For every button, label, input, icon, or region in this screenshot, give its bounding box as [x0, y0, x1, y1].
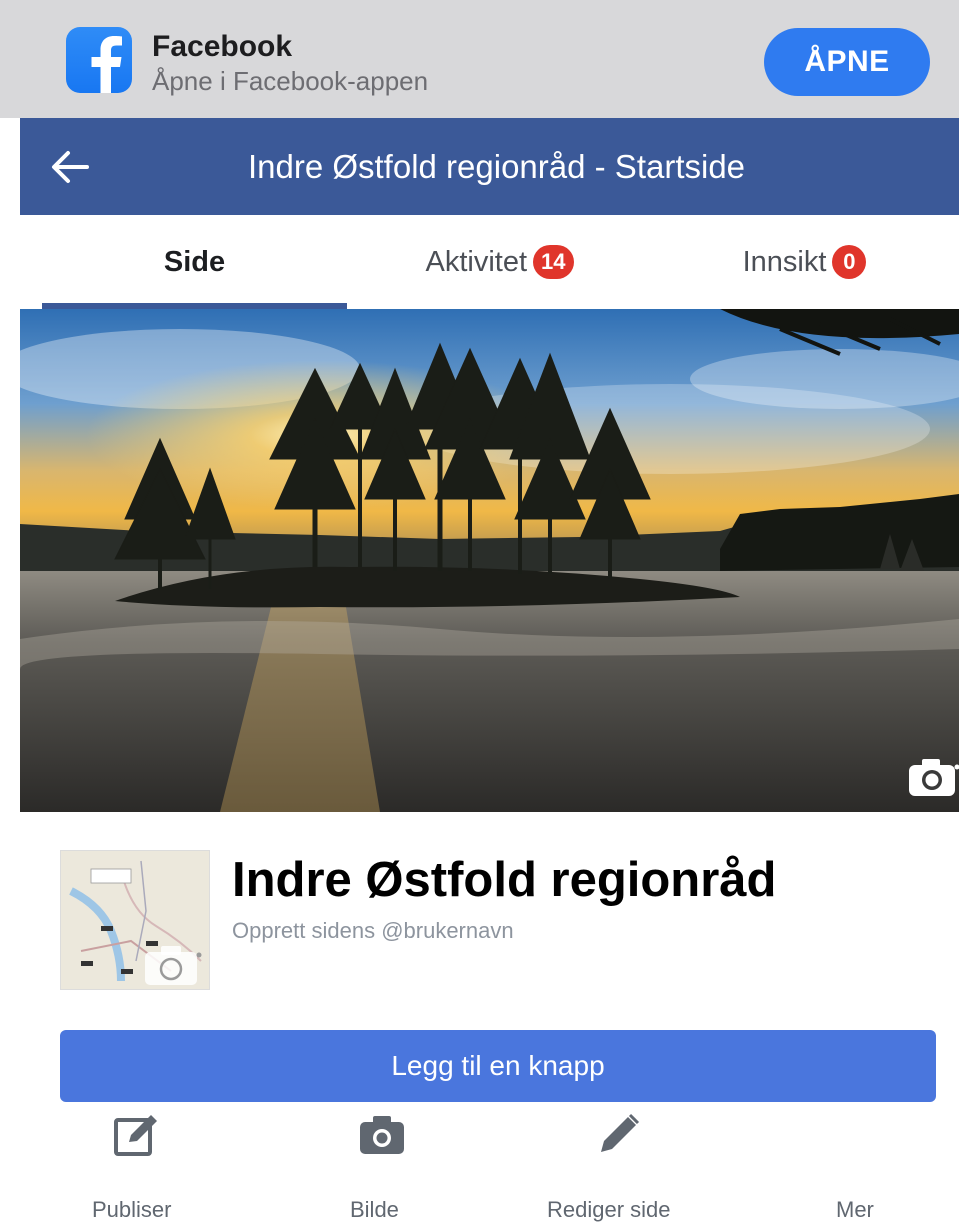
action-label: Rediger side [547, 1197, 671, 1222]
page-header: Indre Østfold regionråd - Startside [20, 118, 959, 215]
facebook-logo-icon [66, 27, 132, 93]
page-tabs: Side Aktivitet 14 Innsikt 0 [20, 215, 959, 309]
banner-app-name: Facebook [152, 30, 293, 63]
action-bar: Publiser Bilde Rediger side Mer [0, 1110, 959, 1225]
page-name: Indre Østfold regionråd [232, 853, 777, 907]
pencil-icon [601, 1113, 640, 1152]
create-username-link[interactable]: Opprett sidens @brukernavn [232, 918, 514, 944]
notification-badge: 0 [832, 245, 867, 279]
tab-label: Side [163, 245, 226, 278]
tab-activity[interactable]: Aktivitet 14 [347, 215, 652, 309]
app-banner: Facebook Åpne i Facebook-appen ÅPNE [0, 0, 959, 118]
add-button-button[interactable]: Legg til en knapp [60, 1030, 936, 1102]
tab-label: Innsikt [742, 245, 827, 278]
open-app-button[interactable]: ÅPNE [764, 28, 930, 96]
camera-icon[interactable] [907, 756, 959, 798]
cover-landscape-image [20, 309, 959, 812]
banner-subtitle: Åpne i Facebook-appen [152, 66, 429, 96]
camera-icon[interactable] [143, 943, 203, 987]
compose-icon [114, 1115, 157, 1156]
action-label: Mer [836, 1197, 874, 1222]
action-label: Bilde [350, 1197, 399, 1222]
cover-photo[interactable] [20, 309, 959, 812]
profile-picture[interactable] [60, 850, 210, 990]
tab-label: Aktivitet [425, 245, 528, 278]
notification-badge: 14 [533, 245, 574, 279]
photo-action[interactable]: Bilde [330, 1110, 440, 1225]
tab-insight[interactable]: Innsikt 0 [652, 215, 957, 309]
publish-action[interactable]: Publiser [80, 1110, 210, 1225]
edit-page-action[interactable]: Rediger side [545, 1110, 695, 1225]
back-arrow-icon[interactable] [50, 150, 90, 184]
page-title: Indre Østfold regionråd - Startside [247, 147, 746, 185]
camera-icon [360, 1116, 404, 1154]
more-action[interactable]: Mer [820, 1110, 900, 1225]
action-label: Publiser [92, 1197, 172, 1222]
tab-side[interactable]: Side [42, 215, 347, 309]
